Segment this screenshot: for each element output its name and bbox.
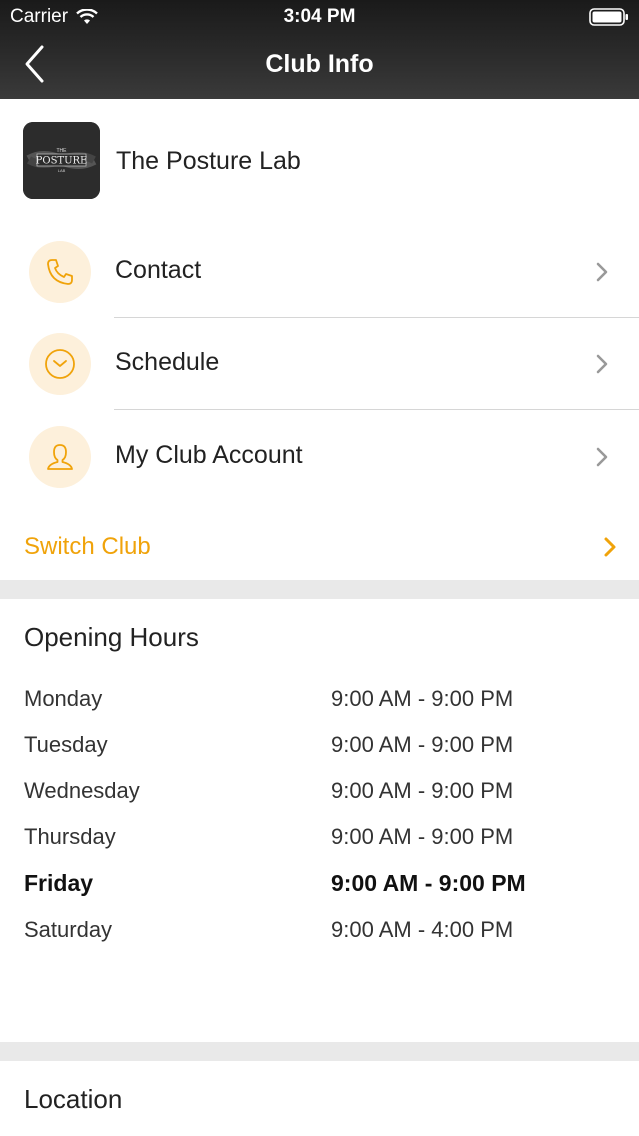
hours-row-friday: Friday 9:00 AM - 9:00 PM — [0, 870, 639, 910]
chevron-right-icon — [604, 537, 616, 557]
hours-time: 9:00 AM - 9:00 PM — [331, 732, 514, 757]
schedule-icon-circle — [29, 333, 91, 395]
hours-day: Friday — [24, 870, 94, 896]
club-name: The Posture Lab — [116, 147, 301, 175]
switch-club-button[interactable]: Switch Club — [0, 509, 639, 579]
hours-day: Saturday — [24, 917, 113, 942]
hours-row-wednesday: Wednesday 9:00 AM - 9:00 PM — [0, 778, 639, 818]
hours-row-monday: Monday 9:00 AM - 9:00 PM — [0, 686, 639, 726]
menu-item-my-club-account[interactable]: My Club Account — [0, 411, 639, 503]
hours-day: Wednesday — [24, 778, 140, 803]
menu-item-label: Schedule — [115, 348, 220, 376]
menu-item-schedule[interactable]: Schedule — [0, 318, 639, 410]
hours-time: 9:00 AM - 9:00 PM — [331, 686, 514, 711]
chevron-right-icon — [596, 262, 608, 282]
svg-text:LAB: LAB — [58, 168, 66, 173]
location-title: Location — [24, 1084, 123, 1114]
account-icon-circle — [29, 426, 91, 488]
hours-row-thursday: Thursday 9:00 AM - 9:00 PM — [0, 824, 639, 864]
hours-row-saturday: Saturday 9:00 AM - 4:00 PM — [0, 917, 639, 957]
user-icon — [47, 444, 73, 470]
hours-day: Thursday — [24, 824, 116, 849]
club-logo: THE POSTURE LAB — [23, 122, 100, 199]
contact-icon-circle — [29, 241, 91, 303]
svg-text:THE: THE — [57, 148, 68, 154]
opening-hours-card: Opening Hours Monday 9:00 AM - 9:00 PM T… — [0, 599, 639, 1042]
hours-time: 9:00 AM - 9:00 PM — [331, 870, 526, 896]
location-card: Location — [0, 1061, 639, 1136]
status-time: 3:04 PM — [283, 6, 356, 27]
battery-icon — [589, 8, 629, 31]
switch-club-label: Switch Club — [24, 533, 151, 560]
clock-icon — [45, 349, 75, 379]
chevron-right-icon — [596, 354, 608, 374]
opening-hours-title: Opening Hours — [24, 622, 199, 652]
menu-item-label: My Club Account — [115, 441, 303, 469]
chevron-right-icon — [596, 447, 608, 467]
divider — [114, 409, 639, 410]
hours-day: Tuesday — [24, 732, 108, 757]
svg-text:POSTURE: POSTURE — [36, 156, 88, 167]
hours-row-tuesday: Tuesday 9:00 AM - 9:00 PM — [0, 732, 639, 772]
hours-day: Monday — [24, 686, 103, 711]
menu-item-contact[interactable]: Contact — [0, 226, 639, 318]
phone-icon — [47, 259, 73, 285]
club-card: THE POSTURE LAB The Posture Lab Contact … — [0, 99, 639, 580]
page-title: Club Info — [265, 50, 374, 78]
hours-time: 9:00 AM - 4:00 PM — [331, 917, 514, 942]
hours-time: 9:00 AM - 9:00 PM — [331, 778, 514, 803]
navigation-bar: Carrier 3:04 PM Club Info — [0, 0, 639, 99]
hours-time: 9:00 AM - 9:00 PM — [331, 824, 514, 849]
menu-item-label: Contact — [115, 256, 202, 284]
